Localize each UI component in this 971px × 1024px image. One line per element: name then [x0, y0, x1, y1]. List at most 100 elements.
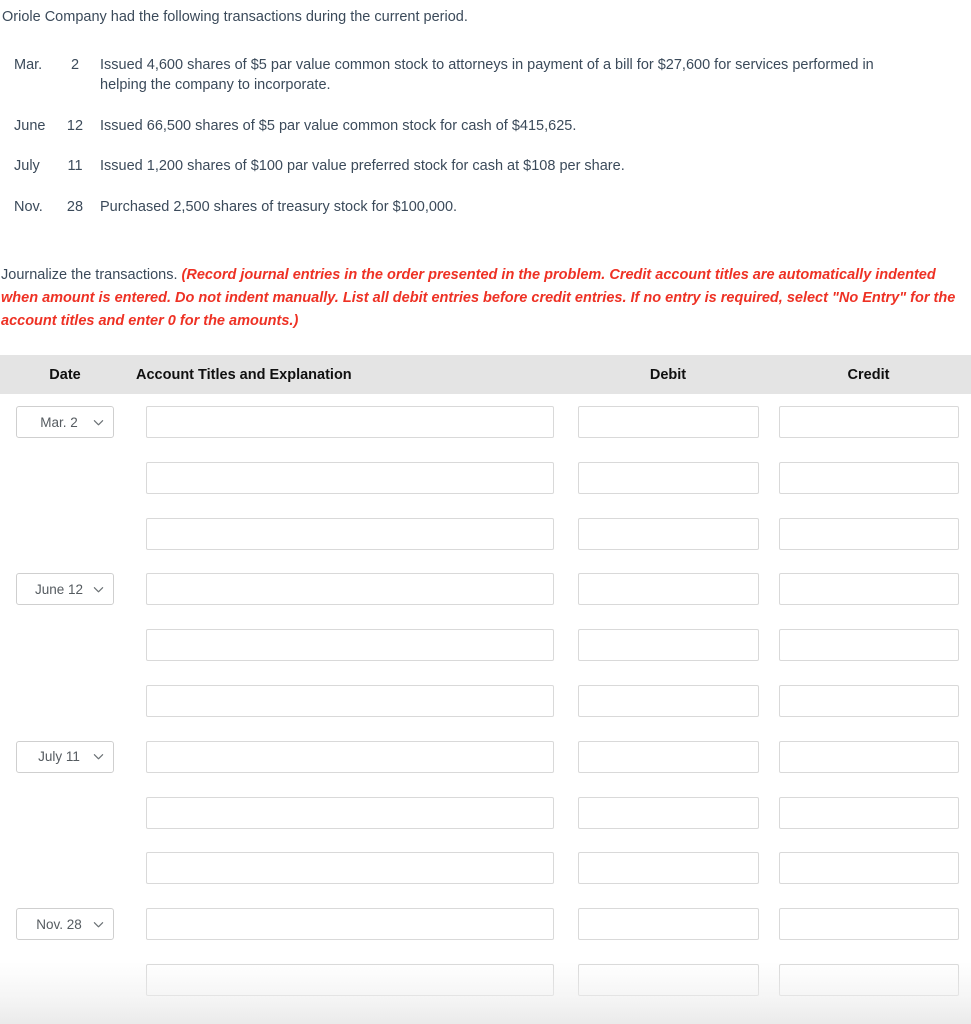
- journal-cell-date: Mar. 2: [0, 406, 130, 439]
- journal-account-input-5[interactable]: [146, 685, 554, 718]
- journal-cell-debit: [570, 796, 766, 829]
- journal-cell-debit: [570, 908, 766, 941]
- journal-credit-input-4[interactable]: [778, 629, 959, 662]
- journal-account-input-9[interactable]: [146, 908, 554, 941]
- journal-debit-input-6[interactable]: [577, 740, 759, 773]
- journal-account-input-10[interactable]: [146, 964, 554, 997]
- journal-cell-date: [0, 518, 130, 550]
- journal-credit-input-3[interactable]: [778, 573, 959, 606]
- journal-cell-account: [130, 629, 570, 662]
- journal-debit-input-9[interactable]: [577, 908, 759, 941]
- journal-cell-account: [130, 573, 570, 606]
- journal-credit-input-7[interactable]: [778, 796, 959, 829]
- journal-account-input-6[interactable]: [146, 740, 554, 773]
- journal-cell-date: [0, 685, 130, 717]
- transaction-row: Nov. 28 Purchased 2,500 shares of treasury…: [0, 197, 960, 218]
- journal-cell-date-empty: [16, 685, 114, 717]
- journal-debit-input-5[interactable]: [577, 685, 759, 718]
- journal-debit-input-2[interactable]: [577, 517, 759, 550]
- journal-debit-input-10[interactable]: [577, 964, 759, 997]
- journal-row: [0, 952, 971, 1008]
- journal-cell-account: [130, 852, 570, 885]
- chevron-down-icon: [93, 751, 104, 762]
- journal-account-input-3[interactable]: [146, 573, 554, 606]
- date-select-value: June 12: [34, 581, 84, 597]
- journal-credit-input-8[interactable]: [778, 852, 959, 885]
- journal-account-input-2[interactable]: [146, 517, 554, 550]
- transaction-description: Issued 4,600 shares of $5 par value comm…: [100, 56, 874, 94]
- column-header-account: Account Titles and Explanation: [136, 366, 352, 383]
- journal-account-input-8[interactable]: [146, 852, 554, 885]
- journal-credit-input-5[interactable]: [778, 685, 959, 718]
- journal-cell-credit: [766, 796, 971, 829]
- journal-cell-credit: [766, 629, 971, 662]
- journal-cell-debit: [570, 517, 766, 550]
- journal-cell-date: June 12: [0, 573, 130, 606]
- journal-cell-debit: [570, 629, 766, 662]
- journal-cell-debit: [570, 573, 766, 606]
- journal-cell-date-empty: [16, 629, 114, 661]
- journal-cell-credit: [766, 740, 971, 773]
- journal-cell-date-empty: [16, 462, 114, 494]
- journal-cell-date-empty: [16, 518, 114, 550]
- journal-cell-debit: [570, 406, 766, 439]
- journal-credit-input-9[interactable]: [778, 908, 959, 941]
- journal-debit-input-4[interactable]: [577, 629, 759, 662]
- journal-account-input-4[interactable]: [146, 629, 554, 662]
- journal-debit-input-7[interactable]: [577, 796, 759, 829]
- journal-cell-credit: [766, 685, 971, 718]
- prompt-lead: Journalize the transactions.: [1, 267, 182, 284]
- journal-cell-date: [0, 964, 130, 996]
- journal-table-header: Date Account Titles and Explanation Debi…: [0, 355, 971, 395]
- journal-cell-account: [130, 461, 570, 494]
- transaction-description: Issued 66,500 shares of $5 par value com…: [100, 117, 577, 134]
- journal-row: July 11: [0, 729, 971, 785]
- journal-row: June 12: [0, 562, 971, 618]
- journal-account-input-7[interactable]: [146, 796, 554, 829]
- journal-cell-account: [130, 740, 570, 773]
- journal-cell-account: [130, 406, 570, 439]
- journal-cell-date: [0, 462, 130, 494]
- journal-debit-input-1[interactable]: [577, 461, 759, 494]
- journal-cell-date-empty: [16, 964, 114, 996]
- journal-row: [0, 506, 971, 562]
- transaction-month: July: [14, 158, 40, 175]
- transaction-list: Mar. 2 Issued 4,600 shares of $5 par value…: [0, 55, 960, 218]
- date-select-9[interactable]: Nov. 28: [16, 908, 114, 941]
- journal-account-input-1[interactable]: [146, 461, 554, 494]
- journal-row: [0, 673, 971, 729]
- journal-row: [0, 450, 971, 506]
- journal-credit-input-10[interactable]: [778, 964, 959, 997]
- journal-debit-input-3[interactable]: [577, 573, 759, 606]
- journal-cell-credit: [766, 461, 971, 494]
- journal-cell-account: [130, 517, 570, 550]
- journal-credit-input-2[interactable]: [778, 517, 959, 550]
- journal-cell-debit: [570, 740, 766, 773]
- journal-cell-credit: [766, 406, 971, 439]
- column-header-debit: Debit: [649, 366, 687, 383]
- journal-credit-input-1[interactable]: [778, 461, 959, 494]
- transaction-row: June 12 Issued 66,500 shares of $5 par val…: [0, 116, 960, 137]
- transaction-row: July 11 Issued 1,200 shares of $100 par va…: [0, 156, 960, 177]
- journal-account-input-0[interactable]: [146, 406, 554, 439]
- date-select-6[interactable]: July 11: [16, 740, 114, 773]
- journal-cell-date: Nov. 28: [0, 908, 130, 941]
- date-select-0[interactable]: Mar. 2: [16, 406, 114, 439]
- date-select-3[interactable]: June 12: [16, 573, 114, 606]
- transaction-row: Mar. 2 Issued 4,600 shares of $5 par value…: [0, 55, 960, 96]
- date-select-value: Mar. 2: [40, 414, 78, 430]
- journal-cell-credit: [766, 852, 971, 885]
- journal-debit-input-0[interactable]: [577, 406, 759, 439]
- journal-debit-input-8[interactable]: [577, 852, 759, 885]
- journal-credit-input-6[interactable]: [778, 740, 959, 773]
- journal-cell-date: [0, 797, 130, 829]
- transaction-day: 12: [66, 117, 84, 134]
- journal-credit-input-0[interactable]: [778, 406, 959, 439]
- transaction-day: 28: [66, 198, 84, 215]
- journal-row: [0, 785, 971, 841]
- column-header-date: Date: [49, 366, 81, 383]
- journal-row: [0, 841, 971, 897]
- journal-cell-debit: [570, 461, 766, 494]
- journal-row: [0, 617, 971, 673]
- journal-cell-debit: [570, 685, 766, 718]
